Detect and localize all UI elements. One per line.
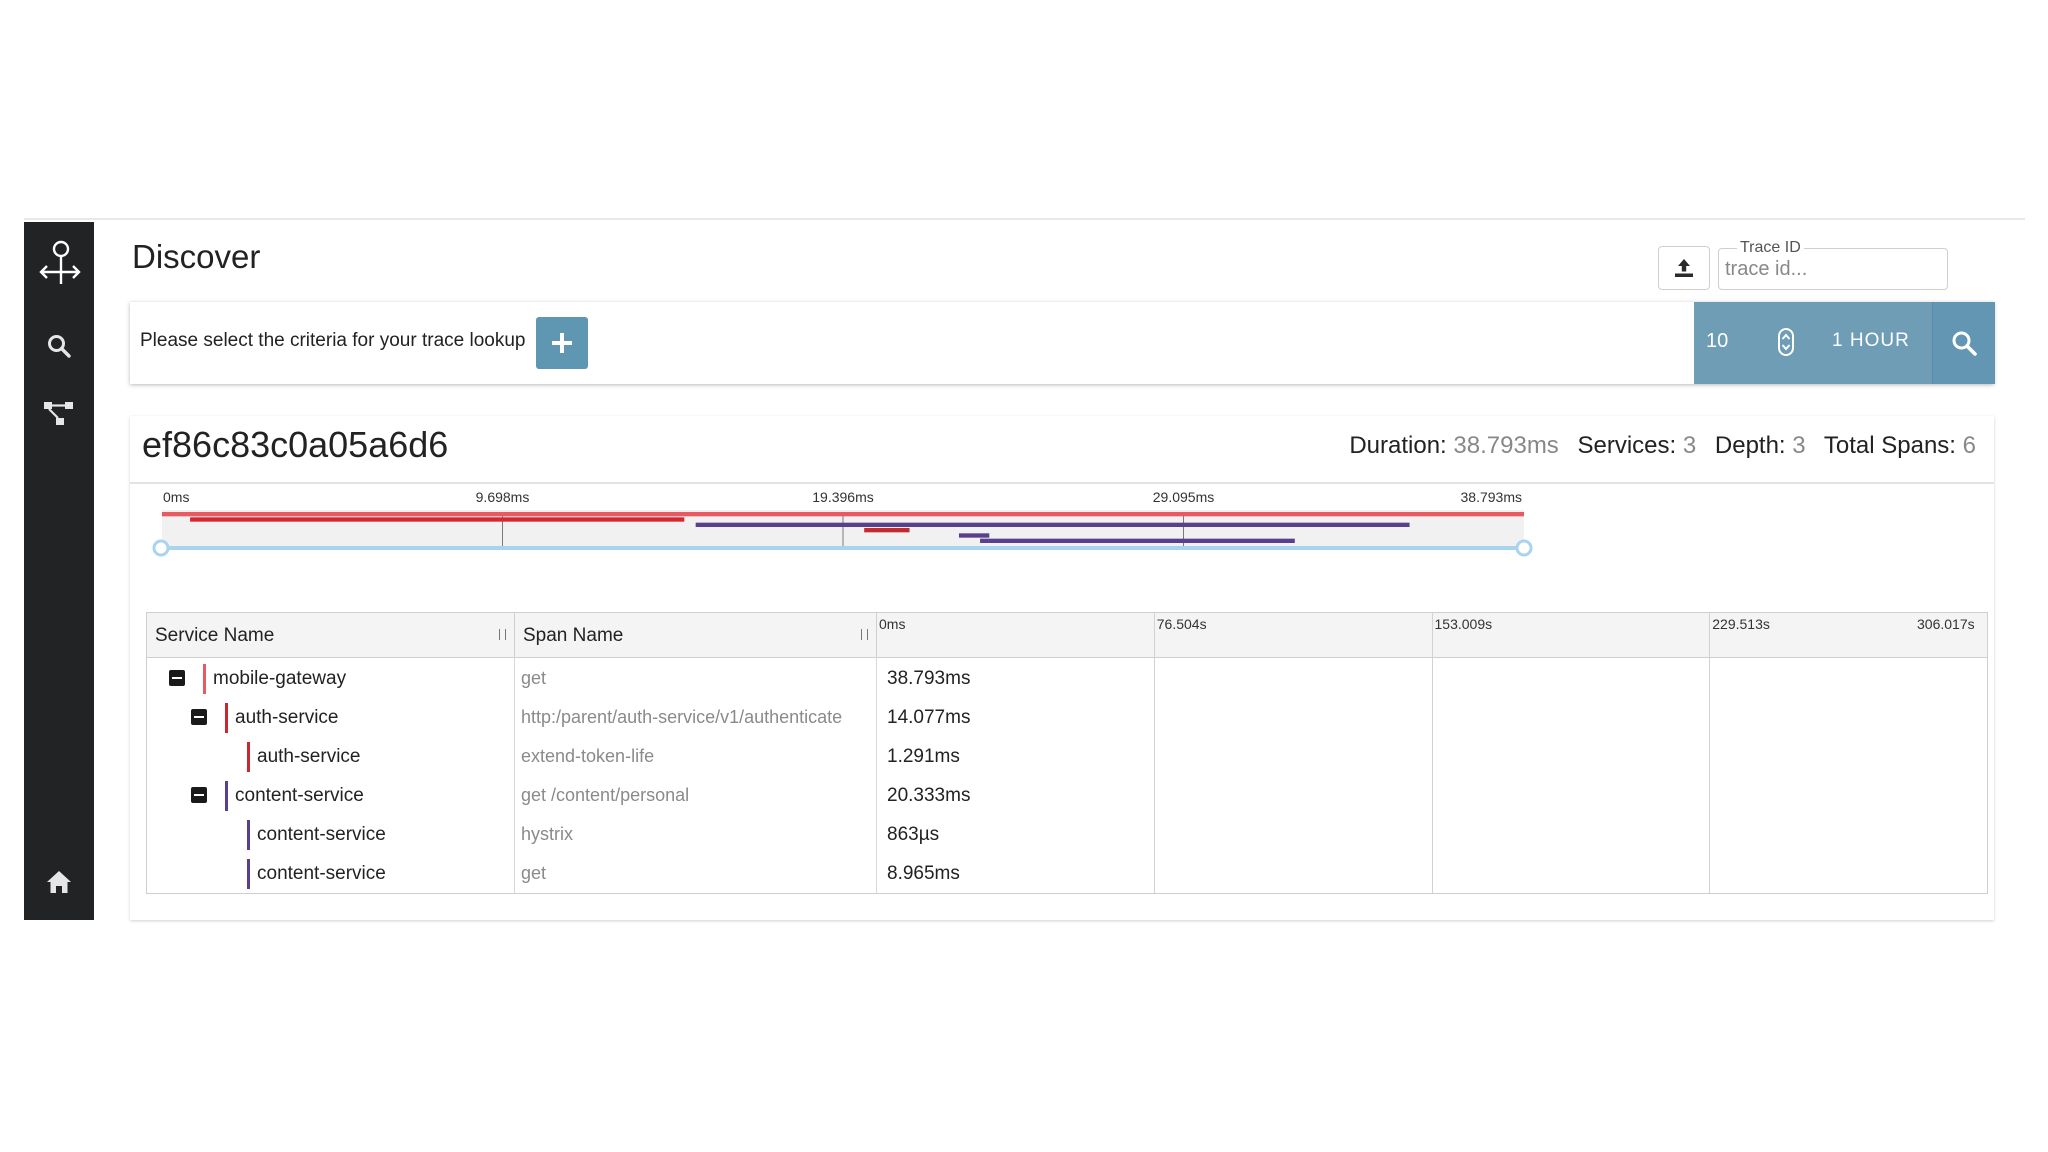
minimap-end-handle[interactable] bbox=[1515, 539, 1533, 557]
add-criteria-button[interactable] bbox=[536, 317, 588, 369]
minimap-span-bar bbox=[958, 533, 990, 538]
service-color-marker bbox=[225, 703, 228, 733]
minimap-span-bar bbox=[695, 522, 1410, 527]
service-name: mobile-gateway bbox=[213, 668, 347, 689]
service-name: auth-service bbox=[235, 707, 339, 728]
minimap-span-bar bbox=[980, 538, 1295, 543]
search-icon[interactable] bbox=[24, 326, 94, 366]
trace-summary: Duration: 38.793ms Services: 3 Depth: 3 … bbox=[1349, 432, 1976, 460]
minimap-tick-label: 19.396ms bbox=[812, 489, 873, 505]
main-content: Discover Trace ID Please select the crit… bbox=[94, 220, 2025, 920]
minimap-tick-label: 38.793ms bbox=[1461, 489, 1522, 505]
service-name: content-service bbox=[257, 824, 386, 845]
span-duration: 1.291ms bbox=[887, 746, 960, 767]
span-duration: 20.333ms bbox=[887, 785, 971, 806]
table-row[interactable]: mobile-gateway get 38.793ms bbox=[147, 659, 1987, 698]
services-value: 3 bbox=[1682, 432, 1697, 459]
depth-label: Depth: bbox=[1714, 432, 1786, 459]
timeline-tick-label: 229.513s bbox=[1712, 616, 1770, 632]
minimap-tick-label: 29.095ms bbox=[1153, 489, 1214, 505]
span-name: get bbox=[521, 863, 547, 883]
depth-value: 3 bbox=[1792, 432, 1806, 459]
timeline-tick-label: 76.504s bbox=[1156, 616, 1207, 632]
timeline-tick-label: 0ms bbox=[879, 616, 906, 632]
minimap-span-bar bbox=[190, 517, 685, 522]
column-header-service-name[interactable]: Service Name bbox=[147, 613, 515, 657]
table-row[interactable]: auth-service extend-token-life 1.291ms bbox=[147, 737, 1987, 776]
search-button[interactable] bbox=[1932, 302, 1995, 384]
column-header-service-name-label: Service Name bbox=[155, 625, 275, 646]
timeline-tick-label: 153.009s bbox=[1434, 616, 1493, 632]
table-row[interactable]: auth-service http:/parent/auth-service/v1… bbox=[147, 698, 1987, 737]
total-spans-label: Total Spans: bbox=[1823, 432, 1956, 459]
duration-value: 38.793ms bbox=[1453, 432, 1559, 459]
span-name: hystrix bbox=[521, 824, 574, 844]
app-window: Discover Trace ID Please select the crit… bbox=[24, 218, 2025, 920]
column-resize-handle[interactable] bbox=[499, 629, 506, 640]
service-color-marker bbox=[247, 820, 250, 850]
span-name: extend-token-life bbox=[521, 746, 655, 766]
criteria-prompt: Please select the criteria for your trac… bbox=[140, 330, 526, 351]
table-header: Service Name Span Name 0ms 76.504s 153.009… bbox=[147, 613, 1987, 658]
service-color-marker bbox=[225, 781, 228, 811]
minimap-span-bar bbox=[162, 512, 1524, 517]
span-name: get /content/personal bbox=[521, 785, 690, 805]
service-name: content-service bbox=[235, 785, 364, 806]
criteria-bar: Please select the criteria for your trac… bbox=[130, 302, 1995, 384]
upload-icon bbox=[1675, 259, 1693, 277]
dependencies-icon[interactable] bbox=[24, 394, 94, 434]
services-label: Services: bbox=[1577, 432, 1677, 459]
limit-input[interactable]: 10 bbox=[1706, 330, 1728, 353]
sidebar bbox=[24, 222, 94, 920]
trace-detail-panel: ef86c83c0a05a6d6 Duration: 38.793ms Serv… bbox=[130, 416, 1994, 920]
table-row[interactable]: content-service get 8.965ms bbox=[147, 854, 1987, 893]
service-color-marker bbox=[247, 742, 250, 772]
lookback-select[interactable]: 1 HOUR bbox=[1832, 330, 1910, 352]
collapse-icon[interactable] bbox=[169, 670, 185, 686]
collapse-icon[interactable] bbox=[191, 709, 207, 725]
total-spans-value: 6 bbox=[1962, 432, 1976, 459]
service-name: content-service bbox=[257, 863, 386, 884]
home-icon[interactable] bbox=[24, 862, 94, 902]
span-duration: 8.965ms bbox=[887, 863, 960, 884]
plus-icon bbox=[552, 333, 572, 353]
query-controls: 10 1 HOUR bbox=[1694, 302, 1995, 384]
minimap-tick-label: 9.698ms bbox=[476, 489, 530, 505]
collapse-icon[interactable] bbox=[191, 787, 207, 803]
minimap-start-handle[interactable] bbox=[152, 539, 170, 557]
minimap-tick-label: 0ms bbox=[163, 489, 189, 505]
duration-label: Duration: bbox=[1349, 432, 1447, 459]
zipkin-logo-icon[interactable] bbox=[24, 238, 94, 290]
service-name: auth-service bbox=[257, 746, 361, 767]
span-name: http:/parent/auth-service/v1/authenticat… bbox=[521, 707, 843, 727]
page-title: Discover bbox=[132, 238, 261, 275]
span-table: Service Name Span Name 0ms 76.504s 153.009… bbox=[146, 612, 1988, 894]
trace-id-field: Trace ID bbox=[1718, 239, 1948, 290]
minimap-span-bar bbox=[864, 528, 910, 533]
column-header-span-name-label: Span Name bbox=[523, 625, 624, 646]
column-header-span-name[interactable]: Span Name bbox=[515, 613, 877, 657]
trace-id-input[interactable] bbox=[1723, 255, 1937, 283]
table-row[interactable]: content-service hystrix 863µs bbox=[147, 815, 1987, 854]
service-color-marker bbox=[247, 859, 250, 889]
span-duration: 863µs bbox=[887, 824, 940, 845]
trace-minimap[interactable]: 0ms 9.698ms 19.396ms 29.095ms 38.793ms bbox=[130, 484, 1994, 594]
table-row[interactable]: content-service get /content/personal 20.3… bbox=[147, 776, 1987, 815]
upload-button[interactable] bbox=[1658, 246, 1710, 290]
span-duration: 14.077ms bbox=[887, 707, 971, 728]
limit-stepper-icon[interactable] bbox=[1778, 328, 1794, 356]
span-duration: 38.793ms bbox=[887, 668, 971, 689]
column-resize-handle[interactable] bbox=[861, 629, 868, 640]
trace-id-title: ef86c83c0a05a6d6 bbox=[142, 424, 449, 465]
service-color-marker bbox=[203, 664, 206, 694]
timeline-tick-label: 306.017s bbox=[1917, 616, 1975, 632]
span-name: get bbox=[521, 668, 547, 688]
search-icon bbox=[1952, 331, 1977, 356]
